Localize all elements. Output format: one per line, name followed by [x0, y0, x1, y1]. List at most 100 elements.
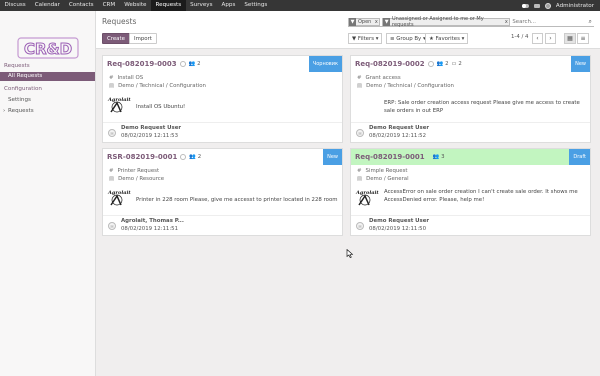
followers-count: 👥 2	[189, 154, 202, 160]
user-menu[interactable]: Administrator	[556, 3, 594, 9]
company-logo: CR&D	[17, 37, 79, 59]
sidebar-item-settings[interactable]: Settings	[0, 96, 95, 105]
user-avatar-icon: ✉	[108, 222, 116, 230]
remove-facet-icon[interactable]: x	[503, 19, 509, 25]
card-header: Req-082019-0003 👥 2 Чорновик	[103, 56, 342, 72]
app-menu: Discuss Calendar Contacts CRM Website Re…	[0, 0, 272, 11]
stage-badge: New	[323, 149, 342, 165]
request-category: ▤ Demo / General	[357, 176, 409, 182]
card-reference[interactable]: RSR-082019-0001	[107, 153, 177, 161]
author-name: Demo Request User	[121, 125, 182, 131]
request-type: # Install OS	[109, 75, 144, 81]
request-category: ▤ Demo / Technical / Configuration	[109, 83, 206, 89]
page-title: Requests	[102, 17, 137, 26]
sidebar-item-all-requests[interactable]: All Requests	[0, 72, 95, 81]
card-divider	[103, 215, 342, 216]
followers-count: 👥 2	[436, 61, 449, 67]
control-panel: Requests Create Import ▼ Open x ▼ Unassi…	[96, 11, 600, 49]
user-avatar-icon: ✉	[108, 129, 116, 137]
avatar[interactable]	[544, 2, 551, 9]
card-reference[interactable]: Req-082019-0003	[107, 60, 177, 68]
menu-apps[interactable]: Apps	[217, 0, 240, 11]
documents-count: ▭ 2	[451, 61, 462, 67]
toggle-icon[interactable]	[521, 3, 529, 8]
user-avatar-icon: ✉	[356, 222, 364, 230]
menu-discuss[interactable]: Discuss	[0, 0, 30, 11]
card-header: RSR-082019-0001 👥 2 New	[103, 149, 342, 165]
request-category: ▤ Demo / Resource	[109, 176, 165, 182]
request-date: 08/02/2019 12:11:53	[121, 133, 178, 139]
request-date: 08/02/2019 12:11:50	[369, 226, 426, 232]
menu-surveys[interactable]: Surveys	[186, 0, 217, 11]
user-avatar-icon: ✉	[356, 129, 364, 137]
card-reference[interactable]: Req-082019-0001	[355, 153, 425, 161]
request-category: ▤ Demo / Technical / Configuration	[357, 83, 454, 89]
followers-count: 👥 2	[188, 61, 201, 67]
author-name: Agrolait, Thomas P...	[121, 218, 184, 224]
request-description: Install OS Ubuntu!	[136, 104, 186, 110]
stage-badge: Draft	[569, 149, 590, 165]
sidebar: CR&D Requests All Requests Configuration…	[0, 11, 96, 376]
favorites-button[interactable]: ★ Favorites ▾	[425, 33, 469, 44]
svg-text:Agrolait: Agrolait	[107, 190, 131, 196]
mouse-cursor-icon	[346, 249, 354, 258]
request-card[interactable]: Req-082019-0003 👥 2 Чорновик # Install OS…	[102, 55, 343, 143]
svg-text:Agrolait: Agrolait	[355, 190, 379, 196]
chat-icon[interactable]	[533, 3, 540, 8]
pager-next-button[interactable]: ›	[545, 33, 556, 44]
card-header: Req-082019-0001 👥 3 Draft	[351, 149, 590, 165]
followers-count: 👥 3	[432, 154, 445, 160]
sidebar-item-requests[interactable]: › Requests	[0, 107, 95, 116]
request-date: 08/02/2019 12:11:51	[121, 226, 178, 232]
menu-calendar[interactable]: Calendar	[30, 0, 64, 11]
search-icon[interactable]: ⌕	[586, 18, 594, 26]
filters-button[interactable]: ▼ Filters ▾	[348, 33, 383, 44]
menu-settings[interactable]: Settings	[240, 0, 272, 11]
menu-contacts[interactable]: Contacts	[64, 0, 98, 11]
customer-logo: Agrolait	[355, 190, 379, 206]
pager-previous-button[interactable]: ‹	[532, 33, 543, 44]
star-icon[interactable]	[180, 154, 187, 160]
card-reference[interactable]: Req-082019-0002	[355, 60, 425, 68]
facet-assigned: ▼ Unassigned or Assigned to me or My req…	[382, 16, 511, 28]
remove-facet-icon[interactable]: x	[373, 19, 379, 25]
request-description: ERP: Sale order creation access request …	[384, 100, 580, 114]
kanban-view-button[interactable]: ▦	[564, 33, 576, 44]
request-card[interactable]: RSR-082019-0001 👥 2 New # Printer Request…	[102, 148, 343, 236]
facet-open: ▼ Open x	[348, 17, 381, 26]
svg-text:Agrolait: Agrolait	[107, 97, 131, 103]
card-header: Req-082019-0002 👥 2 ▭ 2 New	[351, 56, 590, 72]
star-icon[interactable]	[179, 61, 186, 67]
star-icon[interactable]	[427, 61, 434, 67]
import-button[interactable]: Import	[129, 33, 157, 44]
customer-logo: Agrolait	[107, 190, 131, 206]
list-view-button[interactable]: ≡	[577, 33, 589, 44]
groupby-button[interactable]: ≡ Group By ▾	[386, 33, 430, 44]
filter-icon: ▼	[383, 17, 390, 26]
filter-icon: ▼	[349, 17, 356, 26]
sidebar-section-configuration[interactable]: Configuration	[4, 86, 42, 92]
request-type: # Grant access	[357, 75, 401, 81]
menu-requests[interactable]: Requests	[151, 0, 186, 11]
request-type: # Simple Request	[357, 168, 408, 174]
card-divider	[103, 122, 342, 123]
request-date: 08/02/2019 12:11:52	[369, 133, 426, 139]
card-divider	[351, 122, 590, 123]
customer-logo: Agrolait	[107, 97, 131, 113]
pager-value[interactable]: 1-4 / 4	[511, 34, 528, 40]
menu-website[interactable]: Website	[120, 0, 151, 11]
search-bar: ▼ Open x ▼ Unassigned or Assigned to me …	[348, 16, 594, 28]
request-card[interactable]: Req-082019-0002 👥 2 ▭ 2 New # Grant acces…	[350, 55, 591, 143]
menu-crm[interactable]: CRM	[98, 0, 120, 11]
request-card[interactable]: Req-082019-0001 👥 3 Draft # Simple Reques…	[350, 148, 591, 236]
stage-badge: Чорновик	[308, 56, 342, 72]
request-description: Printer in 228 room Please, give me acce…	[136, 197, 338, 203]
search-input[interactable]	[512, 18, 585, 25]
card-divider	[351, 215, 590, 216]
sidebar-section-requests[interactable]: Requests	[4, 63, 30, 69]
author-name: Demo Request User	[369, 218, 430, 224]
request-type: # Printer Request	[109, 168, 160, 174]
chevron-right-icon: ›	[3, 108, 6, 114]
create-button[interactable]: Create	[102, 33, 130, 44]
top-navbar: Discuss Calendar Contacts CRM Website Re…	[0, 0, 600, 11]
